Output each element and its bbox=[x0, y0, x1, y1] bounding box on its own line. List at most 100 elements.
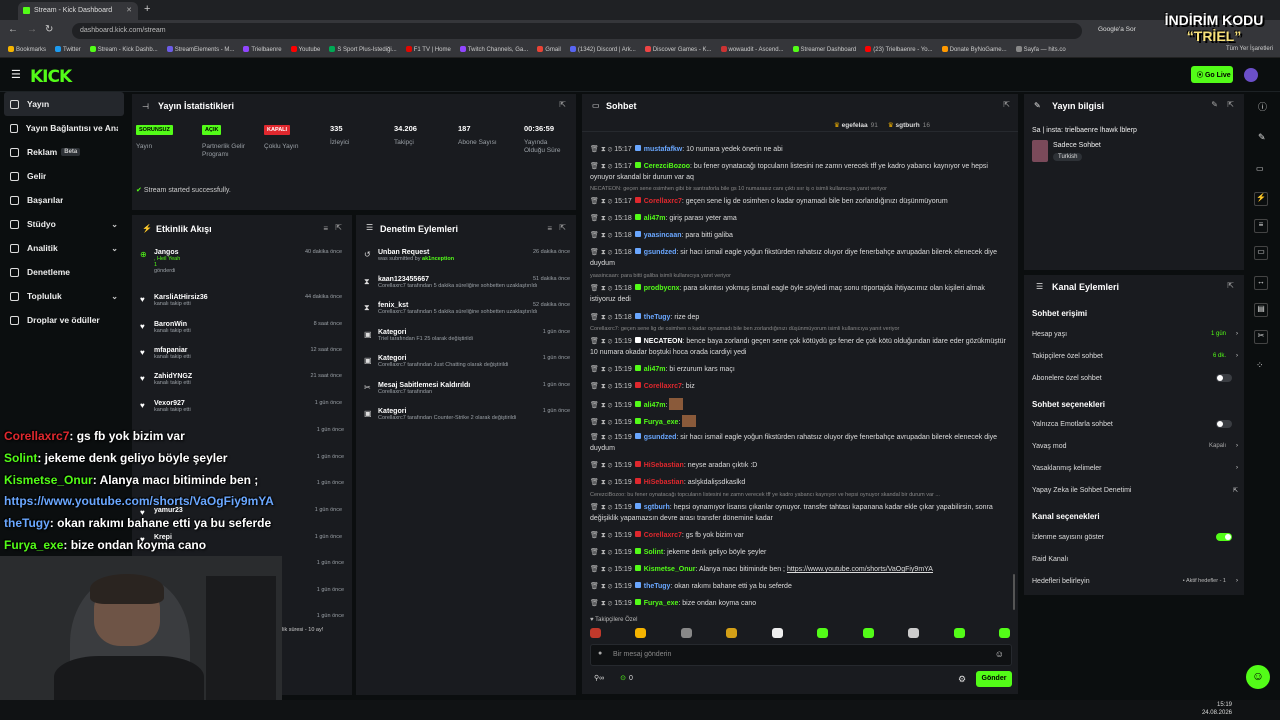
message-user[interactable]: sgtburh bbox=[644, 504, 670, 511]
gear-icon[interactable]: ⚙ bbox=[958, 674, 966, 685]
bookmark-item[interactable]: F1 TV | Home bbox=[405, 46, 451, 53]
all-bookmarks[interactable]: Tüm Yer İşaretleri bbox=[1226, 46, 1273, 52]
message-link[interactable]: https://www.youtube.com/shorts/VaOgFiy9m… bbox=[787, 566, 933, 573]
setting-toggle[interactable] bbox=[1216, 533, 1232, 541]
quick-emote-icon[interactable] bbox=[771, 628, 783, 638]
sidebar-item[interactable]: Topluluk ⌄ bbox=[0, 284, 128, 308]
pencil-icon[interactable]: ✎ bbox=[1258, 132, 1266, 143]
message-user[interactable]: Solint bbox=[644, 549, 663, 556]
setting-toggle[interactable] bbox=[1216, 420, 1232, 428]
bolt-icon[interactable]: ⚡ bbox=[1254, 192, 1268, 206]
message-actions-icon[interactable]: 🗑 ⧗ ⊘ bbox=[590, 434, 614, 441]
google-ask[interactable]: Google'a Sor bbox=[1098, 26, 1136, 33]
layers-icon[interactable]: ▤ bbox=[1254, 303, 1268, 317]
popout-icon[interactable]: ⇱ bbox=[1003, 100, 1010, 109]
quick-emote-icon[interactable] bbox=[862, 628, 874, 638]
message-actions-icon[interactable]: 🗑 ⧗ ⊘ bbox=[590, 366, 614, 373]
kick-logo[interactable]: KICK bbox=[30, 67, 72, 87]
message-user[interactable]: Furya_exe bbox=[644, 419, 679, 426]
setting-toggle[interactable] bbox=[1216, 374, 1232, 382]
message-user[interactable]: yaasincaan bbox=[644, 232, 682, 239]
message-user[interactable]: gsundzed bbox=[644, 249, 677, 256]
channel-setting-row[interactable]: Yalnızca Emotlarla sohbet bbox=[1032, 420, 1238, 428]
message-actions-icon[interactable]: 🗑 ⧗ ⊘ bbox=[590, 583, 614, 590]
message-actions-icon[interactable]: 🗑 ⧗ ⊘ bbox=[590, 419, 614, 426]
bookmark-item[interactable]: StreamElements - M... bbox=[166, 46, 234, 53]
message-actions-icon[interactable]: 🗑 ⧗ ⊘ bbox=[590, 402, 614, 409]
message-actions-icon[interactable]: 🗑 ⧗ ⊘ bbox=[590, 462, 614, 469]
message-user[interactable]: Corellaxrc7 bbox=[644, 532, 682, 539]
reload-icon[interactable]: ↻ bbox=[45, 24, 53, 35]
bookmark-item[interactable]: Bookmarks bbox=[8, 46, 46, 53]
channel-setting-row[interactable]: Abonelere özel sohbet bbox=[1032, 374, 1238, 382]
message-actions-icon[interactable]: 🗑 ⧗ ⊘ bbox=[590, 566, 614, 573]
reply-context[interactable]: Corellaxrc7: geçen sene lig de osimhen o… bbox=[590, 326, 1008, 332]
sidebar-item[interactable]: Stüdyo ⌄ bbox=[0, 212, 128, 236]
message-user[interactable]: CerezciBozoo bbox=[644, 163, 690, 170]
message-actions-icon[interactable]: 🗑 ⧗ ⊘ bbox=[590, 215, 614, 222]
message-actions-icon[interactable]: 🗑 ⧗ ⊘ bbox=[590, 338, 614, 345]
chat-scrollbar[interactable] bbox=[1013, 574, 1015, 610]
bookmark-item[interactable]: Twitter bbox=[55, 46, 81, 53]
sidebar-item[interactable]: Yayın bbox=[4, 92, 124, 116]
filter-icon[interactable]: ≡ bbox=[323, 224, 328, 233]
sidebar-item[interactable]: Gelir bbox=[0, 164, 128, 188]
list-icon[interactable]: ≡ bbox=[1254, 219, 1268, 233]
message-user[interactable]: ali47m bbox=[644, 402, 666, 409]
sidebar-item[interactable]: Yayın Bağlantısı ve Anahtarı bbox=[0, 116, 128, 140]
message-actions-icon[interactable]: 🗑 ⧗ ⊘ bbox=[590, 549, 614, 556]
pinned-user[interactable]: ♛ egefelaa 91 bbox=[834, 121, 878, 129]
message-actions-icon[interactable]: 🗑 ⧗ ⊘ bbox=[590, 479, 614, 486]
channel-setting-row[interactable]: Yavaş mod Kapalı › bbox=[1032, 443, 1238, 450]
pinned-user[interactable]: ♛ sgtburh 16 bbox=[888, 121, 930, 129]
bookmark-item[interactable]: wowaudit - Ascend... bbox=[720, 46, 784, 53]
message-actions-icon[interactable]: 🗑 ⧗ ⊘ bbox=[590, 163, 614, 170]
support-chat-icon[interactable]: ☺ bbox=[1246, 665, 1270, 689]
bookmark-item[interactable]: Trielbaenre bbox=[243, 46, 282, 53]
message-user[interactable]: theTugy bbox=[644, 314, 671, 321]
close-tab-icon[interactable]: ✕ bbox=[126, 6, 132, 14]
go-live-button[interactable]: ⦿ Go Live bbox=[1191, 66, 1233, 83]
sidebar-item[interactable]: Analitik ⌄ bbox=[0, 236, 128, 260]
message-actions-icon[interactable]: 🗑 ⧗ ⊘ bbox=[590, 383, 614, 390]
message-user[interactable]: ali47m bbox=[644, 215, 666, 222]
channel-setting-row[interactable]: Raid Kanalı bbox=[1032, 556, 1238, 563]
message-user[interactable]: gsundzed bbox=[644, 434, 677, 441]
bookmark-item[interactable]: Gmail bbox=[537, 46, 561, 53]
edit-icon[interactable]: ✎ bbox=[1211, 100, 1218, 109]
quick-emote-icon[interactable] bbox=[817, 628, 829, 638]
message-user[interactable]: ali47m bbox=[644, 366, 666, 373]
message-user[interactable]: prodbycnx bbox=[644, 285, 680, 292]
quick-emote-icon[interactable] bbox=[953, 628, 965, 638]
bookmark-item[interactable]: Twitch Channels, Ga... bbox=[459, 46, 528, 53]
message-user[interactable]: Corellaxrc7 bbox=[644, 383, 682, 390]
channel-setting-row[interactable]: Hesap yaşı 1 gün › bbox=[1032, 331, 1238, 338]
popout-icon[interactable]: ⇱ bbox=[335, 223, 342, 232]
message-user[interactable]: theTugy bbox=[644, 583, 671, 590]
channel-setting-row[interactable]: Yapay Zeka ile Sohbet Denetimi ⇱ bbox=[1032, 487, 1238, 494]
message-user[interactable]: Corellaxrc7 bbox=[644, 198, 682, 205]
sidebar-item[interactable]: Reklam Beta bbox=[0, 140, 128, 164]
emoji-icon[interactable]: ☺ bbox=[995, 649, 1004, 659]
reply-context[interactable]: CerezciBozoo: bu fener oynatacağı topcul… bbox=[590, 492, 1008, 498]
message-actions-icon[interactable]: 🗑 ⧗ ⊘ bbox=[590, 314, 614, 321]
settings-link-icon[interactable]: ⚲∞ bbox=[594, 674, 604, 682]
message-user[interactable]: mustafafkw bbox=[644, 146, 683, 153]
monitor-icon[interactable]: ▭ bbox=[1256, 164, 1264, 173]
send-button[interactable]: Gönder bbox=[976, 671, 1012, 687]
chat-input[interactable]: ● Bir mesaj gönderin ☺ bbox=[590, 644, 1012, 666]
popout-icon[interactable]: ⇱ bbox=[1227, 100, 1234, 109]
bookmark-item[interactable]: S Sport Plus-İstediği... bbox=[329, 46, 397, 53]
message-actions-icon[interactable]: 🗑 ⧗ ⊘ bbox=[590, 198, 614, 205]
message-user[interactable]: NECATEON bbox=[644, 338, 683, 345]
sidebar-item[interactable]: Droplar ve ödüller bbox=[0, 308, 128, 332]
bookmark-item[interactable]: (23) Trielbaenre - Yo... bbox=[865, 46, 933, 53]
message-actions-icon[interactable]: 🗑 ⧗ ⊘ bbox=[590, 504, 614, 511]
message-user[interactable]: Furya_exe bbox=[644, 600, 679, 607]
channel-setting-row[interactable]: Hedefleri belirleyin • Aktif hedefler - 1… bbox=[1032, 578, 1238, 585]
bookmark-item[interactable]: Discover Games - K... bbox=[644, 46, 712, 53]
url-field[interactable]: dashboard.kick.com/stream bbox=[72, 23, 1082, 39]
quick-emote-icon[interactable] bbox=[680, 628, 692, 638]
message-actions-icon[interactable]: 🗑 ⧗ ⊘ bbox=[590, 146, 614, 153]
channel-setting-row[interactable]: Yasaklanmış kelimeler › bbox=[1032, 465, 1238, 472]
